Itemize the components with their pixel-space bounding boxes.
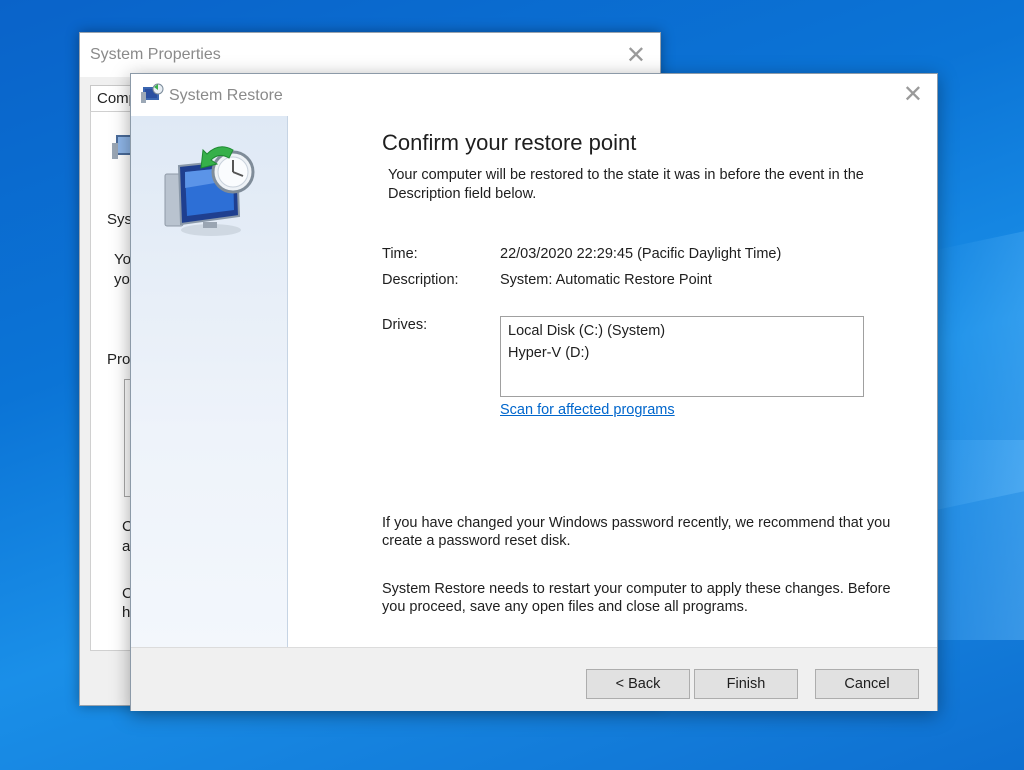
cancel-button[interactable]: Cancel xyxy=(815,669,919,699)
finish-button[interactable]: Finish xyxy=(694,669,798,699)
description-value: System: Automatic Restore Point xyxy=(500,272,712,288)
list-item[interactable]: Hyper-V (D:) xyxy=(508,342,856,364)
drives-list[interactable]: Local Disk (C:) (System) Hyper-V (D:) xyxy=(500,316,864,397)
system-restore-title: System Restore xyxy=(169,87,283,104)
close-icon[interactable]: ✕ xyxy=(626,41,646,69)
intro-text: Your computer will be restored to the st… xyxy=(388,167,864,202)
fragment-you-1: Yo xyxy=(114,251,131,268)
close-icon[interactable]: ✕ xyxy=(903,80,923,108)
fragment-you-2: yo xyxy=(114,271,130,288)
password-note: If you have changed your Windows passwor… xyxy=(382,515,891,549)
page-title: Confirm your restore point xyxy=(382,130,637,155)
system-restore-icon xyxy=(141,83,164,103)
system-restore-dialog: System Restore ✕ Confirm your restore po… xyxy=(130,73,938,711)
back-button[interactable]: < Back xyxy=(586,669,690,699)
description-label: Description: xyxy=(382,272,459,288)
system-properties-title: System Properties xyxy=(90,46,221,63)
time-label: Time: xyxy=(382,246,418,262)
time-value: 22/03/2020 22:29:45 (Pacific Daylight Ti… xyxy=(500,246,782,262)
drives-label: Drives: xyxy=(382,317,428,333)
fragment-protection: Pro xyxy=(107,351,131,368)
fragment-system: Sys xyxy=(107,211,133,228)
dialog-footer: < Back Finish Cancel xyxy=(131,647,937,711)
wizard-sidebar xyxy=(131,116,288,647)
system-restore-titlebar: System Restore ✕ xyxy=(131,74,937,116)
desktop-light-beam-lower xyxy=(930,440,1024,640)
monitor-clock-restore-icon xyxy=(164,146,255,236)
computer-icon xyxy=(112,135,132,159)
restart-note: System Restore needs to restart your com… xyxy=(382,581,891,615)
system-properties-titlebar: System Properties ✕ xyxy=(80,33,660,77)
scan-affected-programs-link[interactable]: Scan for affected programs xyxy=(500,402,675,418)
list-item[interactable]: Local Disk (C:) (System) xyxy=(508,320,856,342)
